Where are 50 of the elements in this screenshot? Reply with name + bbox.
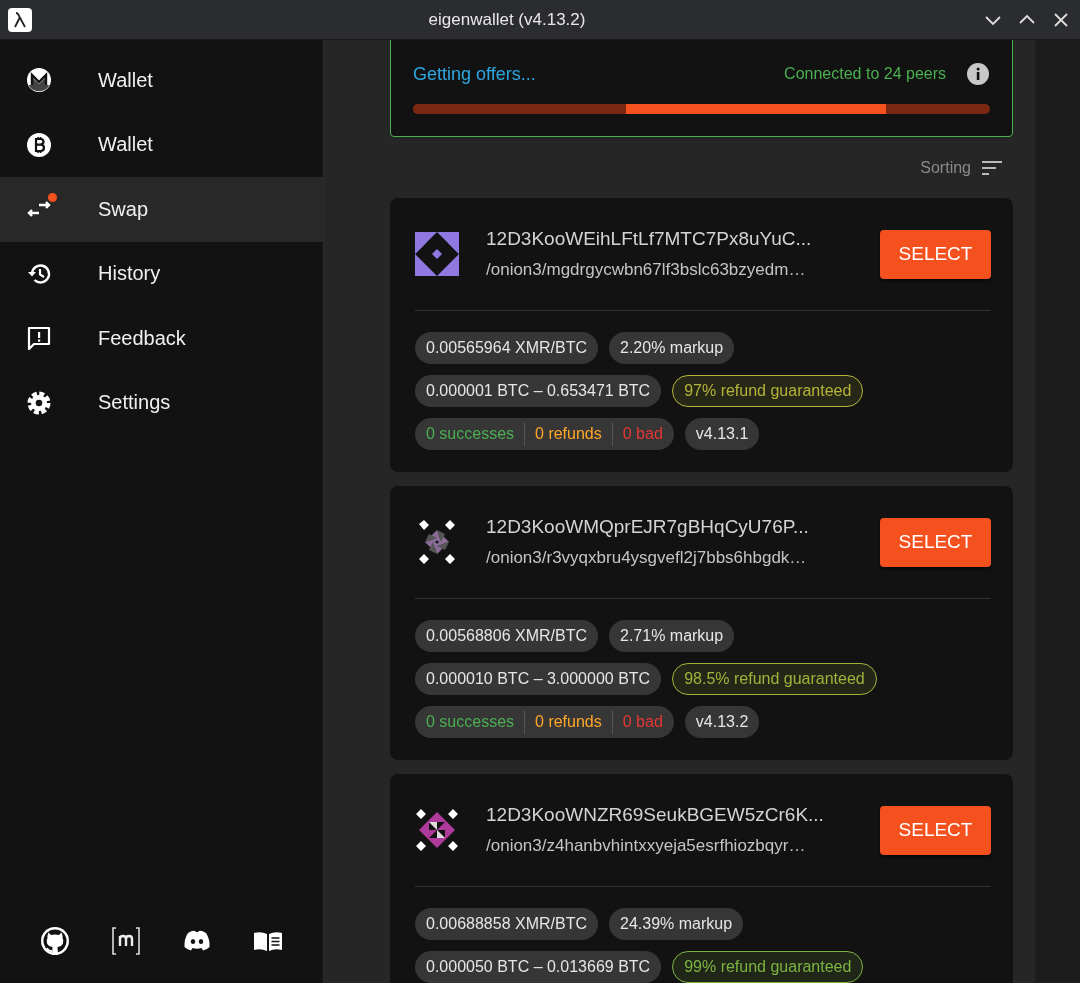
nav-label: Swap	[98, 197, 149, 221]
amount-range: 0.000001 BTC – 0.653471 BTC	[415, 375, 662, 407]
successes-count: 0 successes	[426, 713, 516, 731]
peer-id: 12D3KooWNZR69SeukBGEW5zCr6K...	[486, 804, 825, 826]
feedback-icon	[25, 324, 53, 353]
sorting-button[interactable]: Sorting	[390, 137, 1013, 198]
refunds-count: 0 refunds	[524, 710, 612, 734]
version-label: v4.13.1	[684, 418, 760, 450]
sort-icon	[981, 159, 1003, 176]
nav-label: Wallet	[98, 68, 153, 92]
bitcoin-icon	[25, 130, 53, 159]
nav-label: Feedback	[98, 326, 186, 350]
nav-label: Wallet	[98, 133, 153, 157]
exchange-rate: 0.00688858 XMR/BTC	[415, 908, 598, 940]
app-logo-icon	[8, 7, 32, 32]
amount-range: 0.000050 BTC – 0.013669 BTC	[415, 951, 662, 983]
bad-count: 0 bad	[611, 710, 663, 734]
info-icon[interactable]	[966, 62, 990, 86]
refunds-count: 0 refunds	[524, 422, 612, 446]
successes-count: 0 successes	[426, 425, 516, 443]
nav-label: Settings	[98, 391, 171, 415]
peer-address: /onion3/z4hanbvhintxxyeja5esrfhiozbqyr…	[486, 836, 807, 856]
nav-item[interactable]: Wallet	[0, 48, 323, 113]
status-message: Getting offers...	[413, 63, 537, 85]
nav-item[interactable]: Settings	[0, 370, 323, 435]
version-label: v4.13.2	[684, 706, 760, 738]
peer-id: 12D3KooWMQprEJR7gBHqCyU76P...	[486, 516, 810, 538]
github-icon[interactable]	[39, 925, 72, 957]
nav-item[interactable]: History	[0, 241, 323, 306]
nav-item[interactable]: Feedback	[0, 306, 323, 371]
peers-count: Connected to 24 peers	[784, 65, 946, 83]
peer-address: /onion3/mgdrgycwbn67lf3bslc63bzyedm…	[486, 260, 807, 280]
peer-id: 12D3KooWEihLFtLf7MTC7Px8uYuC...	[486, 228, 813, 250]
refund-guarantee: 99% refund guaranteed	[672, 951, 864, 983]
exchange-rate: 0.00565964 XMR/BTC	[415, 332, 598, 364]
amount-range: 0.000010 BTC – 3.000000 BTC	[415, 663, 662, 695]
refund-guarantee: 98.5% refund guaranteed	[672, 663, 877, 695]
markup-label: 2.20% markup	[609, 332, 735, 364]
nav-item[interactable]: Swap	[0, 177, 323, 242]
nav-label: History	[98, 262, 161, 286]
window-title: eigenwallet (v4.13.2)	[427, 9, 587, 30]
exchange-rate: 0.00568806 XMR/BTC	[415, 620, 598, 652]
peer-address: /onion3/r3vyqxbru4ysgvefl2j7bbs6hbgdk…	[486, 548, 808, 568]
markup-label: 24.39% markup	[609, 908, 744, 940]
monero-icon	[25, 66, 53, 95]
bad-count: 0 bad	[611, 422, 663, 446]
matrix-icon[interactable]	[110, 925, 143, 957]
nav-item[interactable]: Wallet	[0, 112, 323, 177]
refund-guarantee: 97% refund guaranteed	[672, 375, 864, 407]
markup-label: 2.71% markup	[609, 620, 735, 652]
